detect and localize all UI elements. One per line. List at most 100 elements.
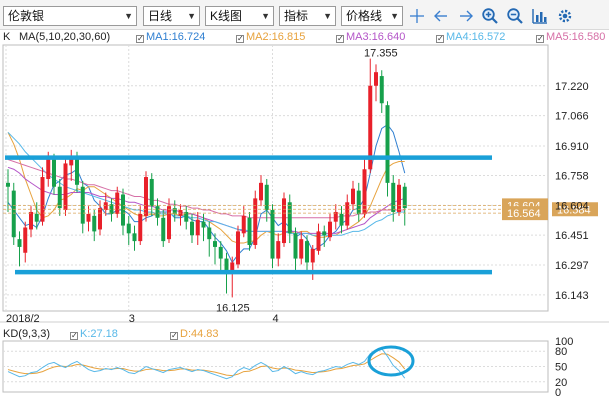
- candle: [287, 194, 292, 244]
- x-tick-label: 3: [129, 313, 135, 325]
- candle-body: [190, 221, 194, 236]
- candle-body: [132, 233, 137, 242]
- candle: [144, 171, 148, 222]
- candle-body: [385, 105, 390, 183]
- x-tick-label: 2018/2: [6, 313, 40, 325]
- candle: [282, 192, 286, 247]
- candle-body: [310, 248, 315, 263]
- candle: [356, 182, 361, 222]
- y-tick-label: 16.451: [555, 230, 589, 242]
- candle-body: [293, 233, 298, 259]
- candle: [385, 101, 390, 197]
- candle-body: [126, 223, 131, 234]
- candle-body: [328, 221, 332, 238]
- candle-body: [149, 178, 154, 207]
- candle-body: [34, 213, 39, 222]
- kd-y-tick-label: 50: [555, 362, 567, 374]
- y-tick-label: 16.604: [555, 200, 589, 212]
- candle: [57, 178, 62, 216]
- candle: [379, 70, 384, 113]
- candle-body: [155, 206, 160, 218]
- candle: [293, 227, 298, 271]
- y-tick-label: 16.910: [555, 141, 589, 153]
- candle: [299, 231, 304, 265]
- candle-body: [305, 241, 309, 263]
- candle-body: [92, 215, 97, 232]
- candle: [276, 233, 281, 267]
- candlestick-chart[interactable]: 17.35516.12516.60416.58416.564 17.22017.…: [0, 0, 609, 406]
- candle: [339, 206, 344, 234]
- candle: [132, 225, 137, 251]
- y-tick-label: 17.220: [555, 81, 589, 93]
- candle-body: [46, 157, 51, 179]
- candle: [195, 211, 200, 245]
- ma3-line: [7, 166, 405, 234]
- candle-body: [121, 194, 125, 226]
- candle: [402, 182, 407, 226]
- y-tick-label: 16.758: [555, 170, 589, 182]
- candle-body: [362, 169, 367, 214]
- candle-body: [138, 213, 143, 242]
- candle-body: [75, 157, 79, 185]
- candle: [29, 206, 33, 238]
- low-annotation: 16.125: [216, 302, 250, 314]
- candle: [236, 225, 240, 269]
- candle: [374, 64, 378, 102]
- candle: [92, 210, 97, 242]
- y-tick-label: 16.143: [555, 290, 589, 302]
- candle-body: [299, 239, 304, 259]
- candle-body: [316, 231, 321, 251]
- candle-body: [57, 186, 62, 209]
- candle: [397, 178, 401, 216]
- kd-d-line: [7, 353, 406, 377]
- candle: [230, 256, 235, 298]
- candle-body: [247, 217, 252, 245]
- candle: [241, 206, 246, 238]
- chart-overlays: 17.35516.12516.60416.58416.564: [3, 48, 598, 314]
- kd-indicator-panel: 1008050200: [3, 336, 573, 399]
- candle: [178, 204, 183, 226]
- moving-average-lines: [7, 123, 406, 264]
- candle-body: [29, 211, 33, 230]
- candle-body: [218, 246, 223, 259]
- candle-body: [52, 159, 56, 187]
- candle: [264, 178, 269, 222]
- candle: [270, 204, 275, 269]
- candle-body: [11, 190, 16, 238]
- candle: [63, 155, 68, 216]
- candle: [126, 215, 131, 245]
- candle-body: [322, 231, 327, 236]
- candle: [362, 157, 367, 218]
- candle: [138, 206, 143, 245]
- kd-y-tick-label: 0: [555, 387, 561, 399]
- candle-body: [40, 177, 45, 222]
- candle: [333, 204, 338, 230]
- candle-body: [270, 210, 275, 259]
- candle-body: [161, 217, 166, 242]
- kd-k-line: [7, 348, 406, 380]
- candle: [316, 223, 321, 255]
- candle-body: [167, 206, 171, 240]
- candle-body: [86, 213, 91, 222]
- candle: [69, 149, 74, 181]
- candle-body: [259, 182, 263, 201]
- candle-body: [6, 182, 10, 187]
- candle-body: [213, 241, 217, 247]
- candle: [80, 180, 85, 234]
- price-axis: 17.220 17.066 16.910 16.758 16.604 16.451 16.2…: [6, 81, 589, 325]
- candle: [17, 231, 22, 267]
- candle: [310, 244, 315, 280]
- candle-body: [402, 186, 407, 209]
- candle-body: [241, 215, 246, 234]
- candle: [11, 182, 16, 245]
- candle: [172, 200, 177, 222]
- price-tag-label: 16.564: [507, 208, 541, 220]
- candlesticks: [6, 58, 407, 298]
- candle: [121, 188, 125, 236]
- candle-body: [276, 241, 281, 259]
- candle-body: [287, 202, 292, 234]
- candle: [40, 167, 45, 226]
- candle-body: [98, 208, 102, 230]
- candle: [253, 190, 258, 249]
- candle-body: [207, 227, 212, 240]
